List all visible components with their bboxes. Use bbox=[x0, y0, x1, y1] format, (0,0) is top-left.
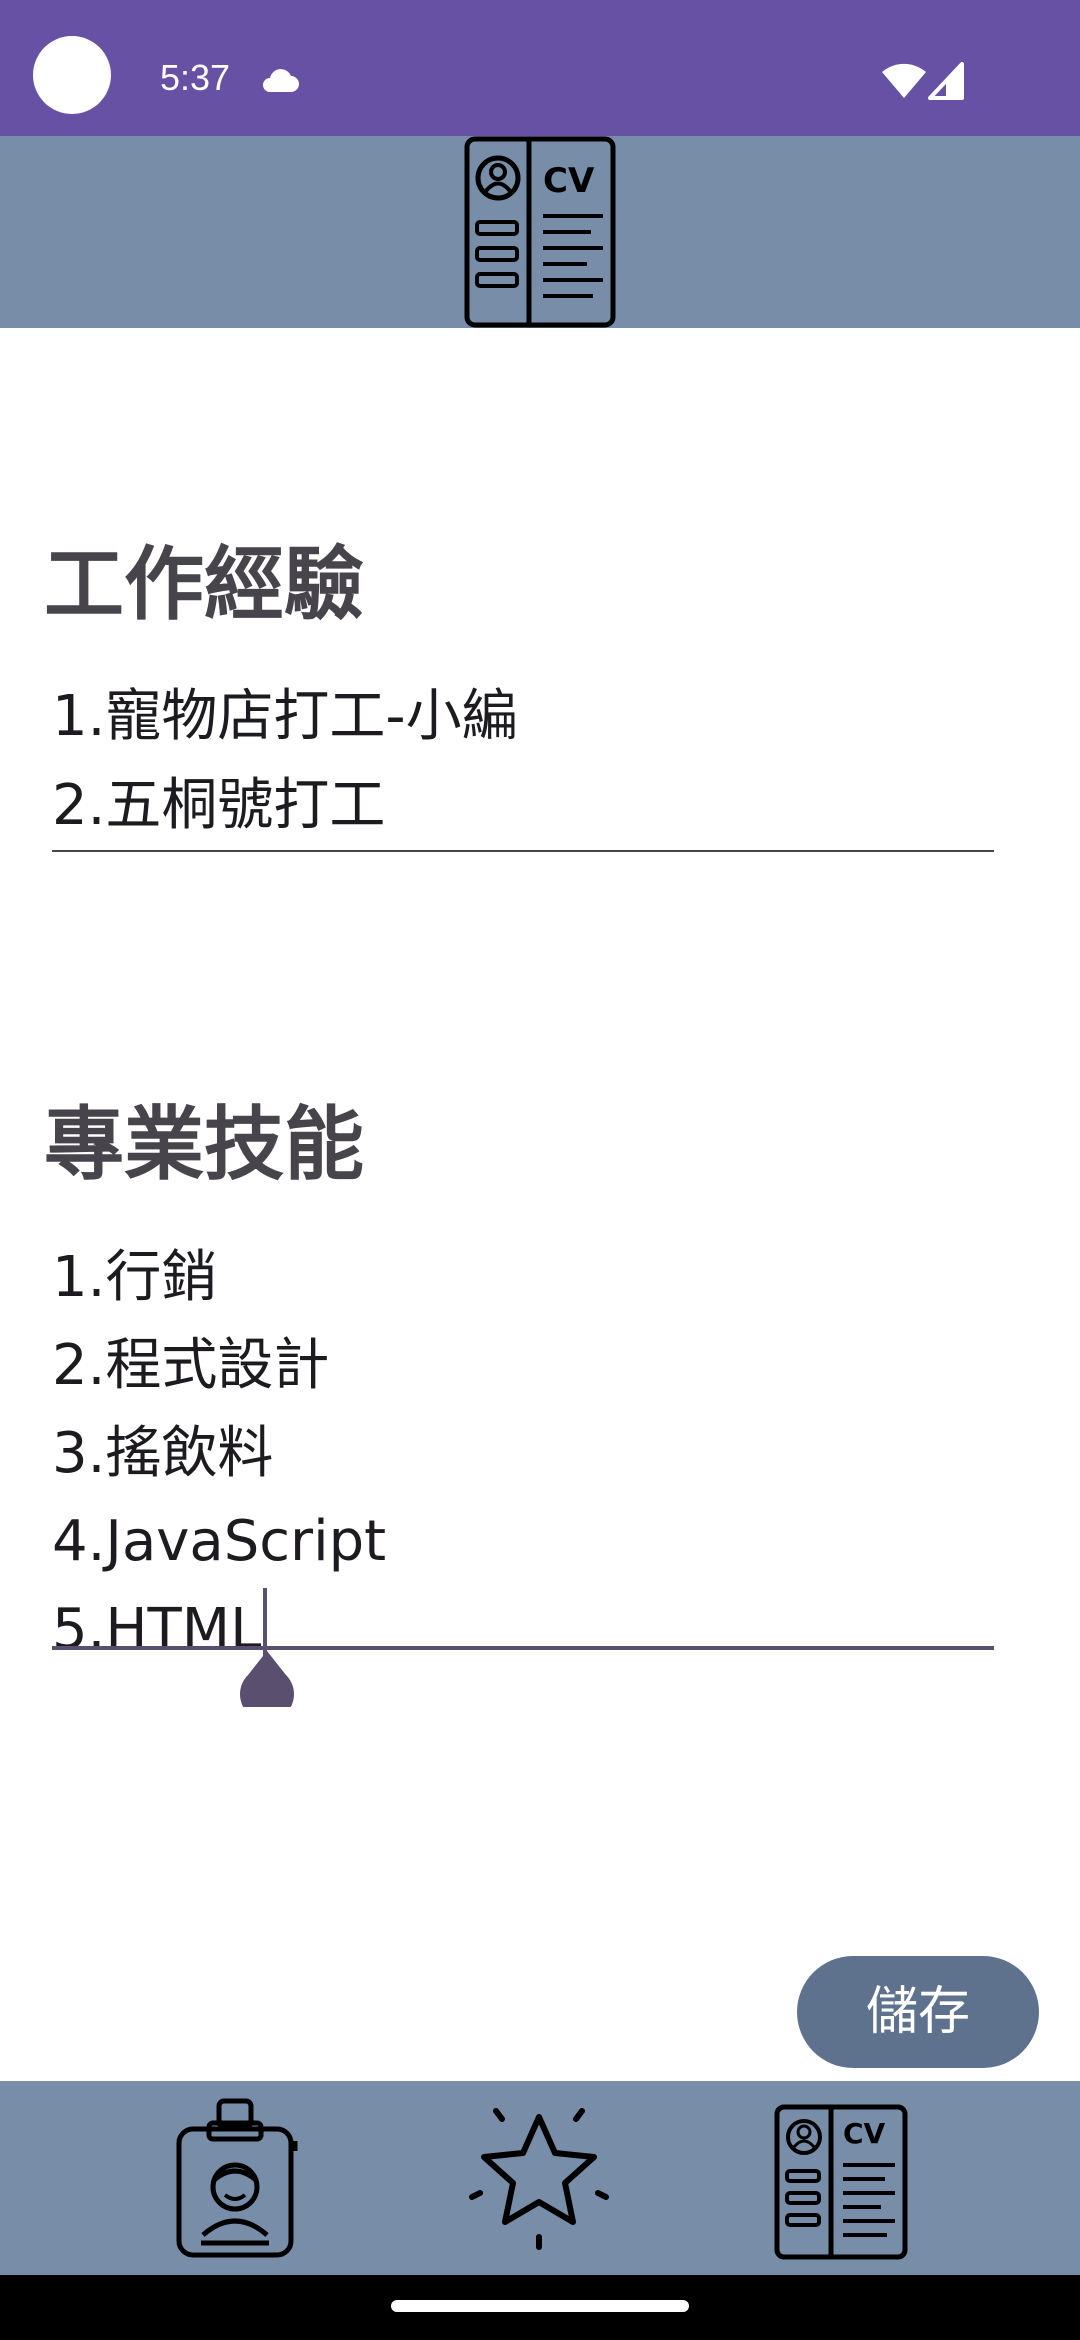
cursor-handle[interactable] bbox=[239, 1651, 295, 1707]
nav-item-profile[interactable] bbox=[155, 2095, 325, 2261]
status-time: 5:37 bbox=[160, 57, 231, 98]
skills-underline-focused bbox=[52, 1646, 994, 1650]
cv-resume-icon: CV bbox=[464, 136, 616, 328]
save-button[interactable]: 儲存 bbox=[797, 1956, 1039, 2068]
topbar-logo-text: CV bbox=[543, 161, 595, 201]
status-bar: 5:37 bbox=[0, 0, 1080, 136]
work-experience-field[interactable]: 1.寵物店打工-小編 2.五桐號打工 bbox=[52, 672, 994, 850]
skills-field[interactable]: 1.行銷 2.程式設計 3.搖飲料 4.JavaScript 5.HTML bbox=[52, 1234, 994, 1674]
star-icon bbox=[469, 2108, 609, 2250]
app-bar: CV bbox=[0, 136, 1080, 328]
nav-item-resume[interactable]: CV bbox=[755, 2095, 925, 2261]
bottom-navigation: CV bbox=[0, 2081, 1080, 2275]
cellular-signal-icon bbox=[928, 62, 964, 100]
cv-resume-icon: CV bbox=[774, 2104, 908, 2260]
id-badge-icon bbox=[176, 2098, 298, 2258]
skills-title: 專業技能 bbox=[44, 1098, 364, 1191]
cloud-icon bbox=[263, 69, 299, 92]
home-gesture-handle[interactable] bbox=[391, 2300, 689, 2312]
camera-cutout bbox=[33, 36, 111, 114]
work-experience-underline bbox=[52, 850, 994, 852]
work-experience-title: 工作經驗 bbox=[44, 538, 364, 631]
nav-item-favorites[interactable] bbox=[454, 2095, 624, 2261]
wifi-icon bbox=[882, 63, 926, 98]
skills-field-text: 1.行銷 2.程式設計 3.搖飲料 4.JavaScript 5.HTML bbox=[52, 1245, 387, 1662]
nav-cv-text: CV bbox=[843, 2117, 886, 2150]
gesture-navigation-bar bbox=[0, 2275, 1080, 2340]
